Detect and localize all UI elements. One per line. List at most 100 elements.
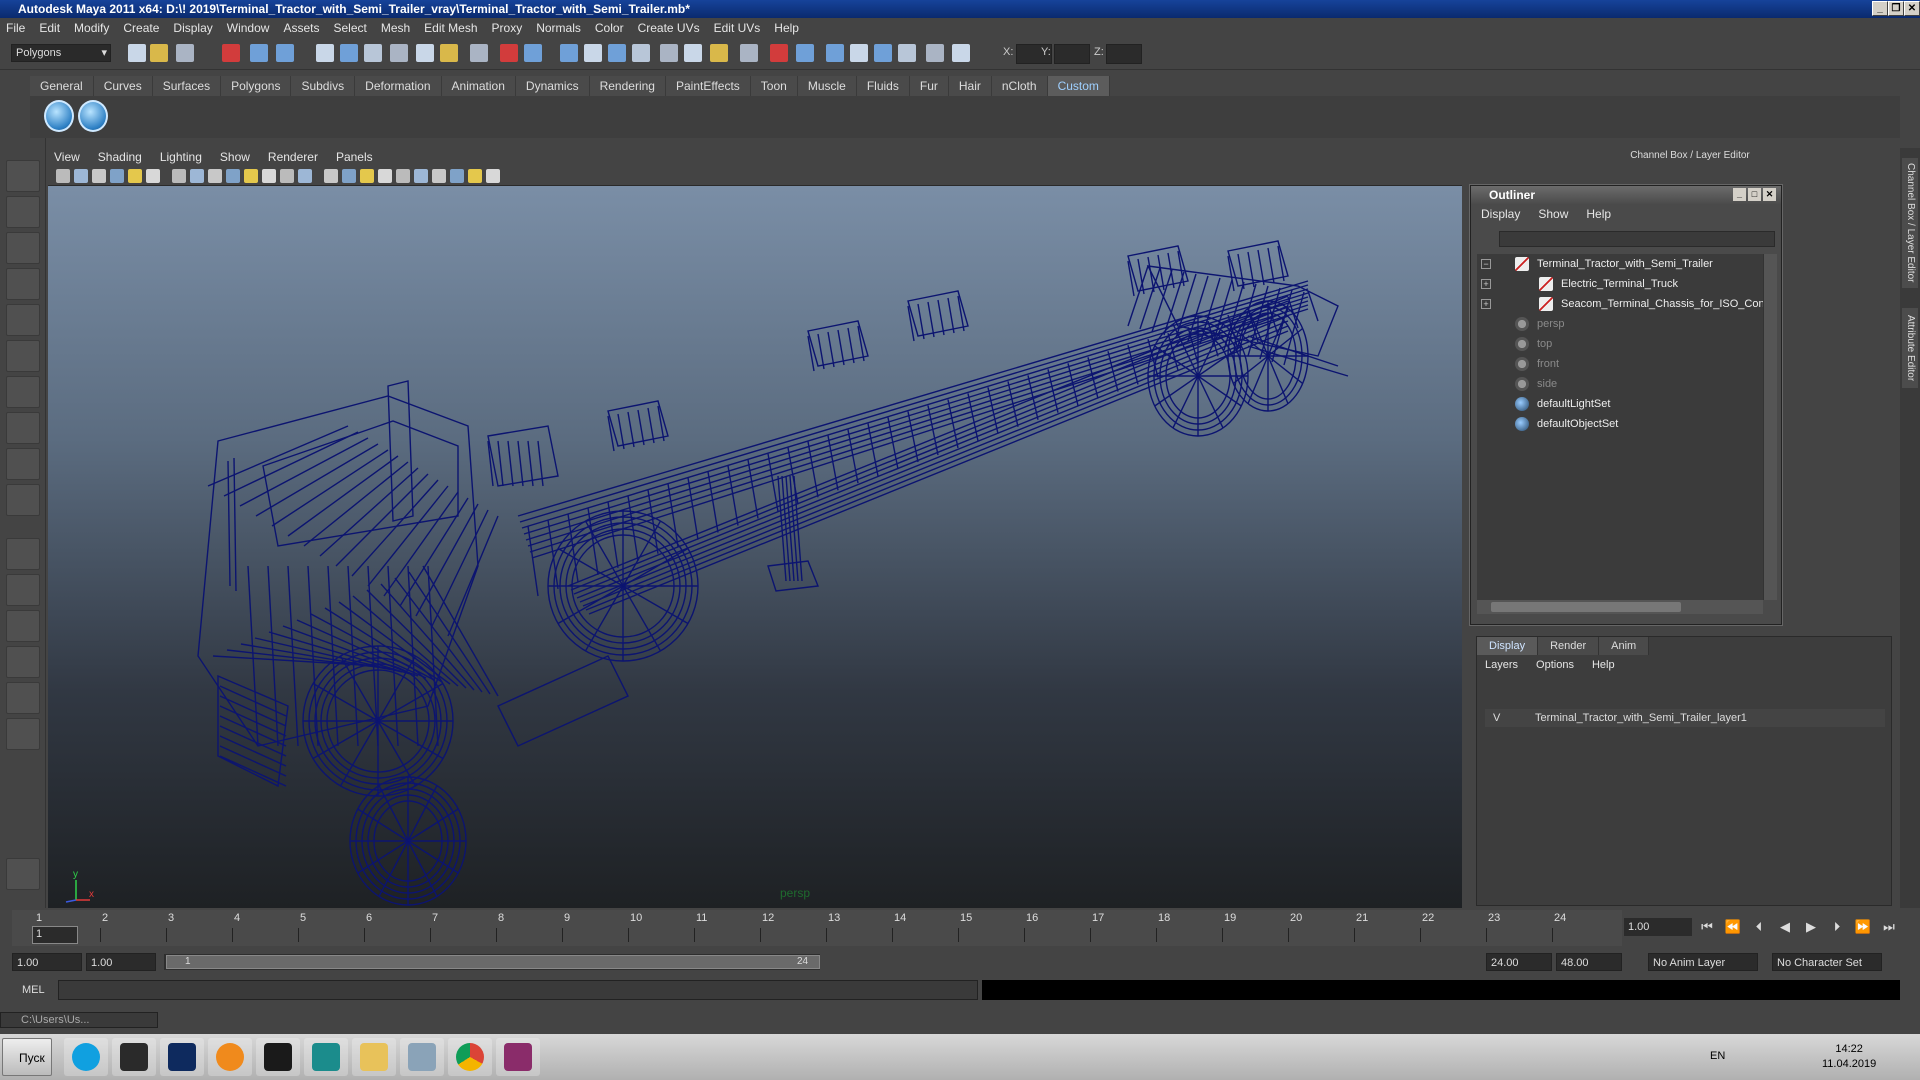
menu-normals[interactable]: Normals [536, 21, 581, 35]
save-scene-icon-19[interactable] [660, 44, 678, 62]
menu-create-uvs[interactable]: Create UVs [638, 21, 700, 35]
maximize-button[interactable]: ❐ [1888, 1, 1904, 16]
lasso-tool-icon[interactable] [6, 196, 40, 228]
expand-toggle-icon[interactable]: − [1481, 259, 1491, 269]
mel-label[interactable]: MEL [22, 984, 45, 996]
app-icon[interactable] [400, 1038, 444, 1076]
character-set-selector[interactable]: No Character Set [1772, 953, 1882, 971]
outliner-item[interactable]: persp [1477, 314, 1763, 334]
winrar-icon[interactable] [496, 1038, 540, 1076]
viewport-menu-view[interactable]: View [54, 150, 80, 164]
outliner-persp-layout-icon[interactable] [6, 610, 40, 642]
snap-curve-icon[interactable] [340, 44, 358, 62]
outliner-item[interactable]: top [1477, 334, 1763, 354]
outliner-item[interactable]: − Terminal_Tractor_with_Semi_Trailer [1477, 254, 1763, 274]
chrome-icon[interactable] [448, 1038, 492, 1076]
explorer-icon[interactable] [352, 1038, 396, 1076]
ipr-render-icon[interactable] [500, 44, 518, 62]
shelf-tab-painteffects[interactable]: PaintEffects [665, 76, 751, 96]
hand-icon[interactable] [6, 858, 40, 890]
blender-icon[interactable] [208, 1038, 252, 1076]
persp-graph-layout-icon[interactable] [6, 718, 40, 750]
close-button[interactable]: ✕ [1904, 1, 1920, 16]
shelf-tab-custom[interactable]: Custom [1047, 76, 1110, 96]
range-slider[interactable]: 1 24 [164, 954, 820, 970]
shelf-tab-deformation[interactable]: Deformation [355, 76, 442, 96]
snap-curve-icon-24[interactable] [796, 44, 814, 62]
layer-menu-options[interactable]: Options [1536, 659, 1574, 671]
perspective-viewport[interactable]: persp y x [48, 186, 1462, 908]
viewport-tool-icon-23[interactable] [468, 169, 482, 183]
viewport-tool-icon-21[interactable] [432, 169, 446, 183]
language-indicator[interactable]: EN [1710, 1050, 1725, 1062]
attribute-editor-icon[interactable] [584, 44, 602, 62]
viewport-tool-icon-19[interactable] [396, 169, 410, 183]
tab-attribute-editor[interactable]: Attribute Editor [1902, 308, 1918, 388]
layer-menu-layers[interactable]: Layers [1485, 659, 1518, 671]
outliner-close-button[interactable]: ✕ [1763, 188, 1776, 201]
shelf-tab-fur[interactable]: Fur [909, 76, 949, 96]
select-tool-icon[interactable] [6, 160, 40, 192]
shelf-tab-rendering[interactable]: Rendering [589, 76, 666, 96]
layer-tab-display[interactable]: Display [1477, 637, 1539, 655]
viewport-tool-icon-3[interactable] [92, 169, 106, 183]
viewport-tool-icon-22[interactable] [450, 169, 464, 183]
maya-icon[interactable] [256, 1038, 300, 1076]
snap-point-icon-25[interactable] [826, 44, 844, 62]
new-scene-icon-17[interactable] [608, 44, 626, 62]
select-component-icon-22[interactable] [740, 44, 758, 62]
shelf-tab-dynamics[interactable]: Dynamics [515, 76, 590, 96]
outliner-menu-help[interactable]: Help [1586, 207, 1611, 221]
layer-tab-render[interactable]: Render [1538, 637, 1600, 655]
menu-color[interactable]: Color [595, 21, 624, 35]
viewport-tool-icon-20[interactable] [414, 169, 428, 183]
menu-edit[interactable]: Edit [39, 21, 60, 35]
time-slider[interactable]: 1 2 3 4 5 6 7 8 9 10 11 12 13 14 15 16 17 18 19 20 21 22 23 24 1 [12, 910, 1622, 946]
snap-point-icon[interactable] [364, 44, 382, 62]
history-icon-28[interactable] [898, 44, 916, 62]
shelf-tab-curves[interactable]: Curves [93, 76, 153, 96]
step-back-frame-icon[interactable]: ⏴ [1748, 918, 1770, 936]
minimize-button[interactable]: _ [1872, 1, 1888, 16]
move-tool-icon[interactable] [6, 268, 40, 300]
viewport-tool-icon-16[interactable] [342, 169, 356, 183]
current-frame-field[interactable]: 1.00 [1624, 918, 1692, 936]
paint-select-tool-icon[interactable] [6, 232, 40, 264]
menu-proxy[interactable]: Proxy [492, 21, 523, 35]
menu-mesh[interactable]: Mesh [381, 21, 410, 35]
3dsmax-design-icon[interactable] [304, 1038, 348, 1076]
viewport-tool-icon-11[interactable] [244, 169, 258, 183]
menu-edit-uvs[interactable]: Edit UVs [714, 21, 761, 35]
viewport-tool-icon-7[interactable] [172, 169, 186, 183]
photoshop-icon[interactable] [160, 1038, 204, 1076]
tab-channel-box[interactable]: Channel Box / Layer Editor [1902, 158, 1918, 288]
show-manipulator-icon[interactable] [6, 448, 40, 480]
step-forward-key-icon[interactable]: ⏩ [1852, 918, 1874, 936]
menu-window[interactable]: Window [227, 21, 270, 35]
playback-end-field[interactable]: 24.00 [1486, 953, 1552, 971]
viewport-menu-renderer[interactable]: Renderer [268, 150, 318, 164]
custom-shelf-check-icon-2[interactable] [78, 100, 108, 132]
single-perspective-layout-icon[interactable] [6, 538, 40, 570]
viewport-tool-icon-9[interactable] [208, 169, 222, 183]
outliner-menu-display[interactable]: Display [1481, 207, 1520, 221]
display-layer-row[interactable]: V Terminal_Tractor_with_Semi_Trailer_lay… [1485, 709, 1885, 727]
snap-grid-icon[interactable] [316, 44, 334, 62]
viewport-menu-shading[interactable]: Shading [98, 150, 142, 164]
menu-edit-mesh[interactable]: Edit Mesh [424, 21, 477, 35]
start-time-field[interactable]: 1.00 [12, 953, 82, 971]
viewport-tool-icon-1[interactable] [56, 169, 70, 183]
viewport-tool-icon-5[interactable] [128, 169, 142, 183]
layer-visibility-toggle[interactable]: V [1493, 709, 1500, 727]
open-scene-icon[interactable] [150, 44, 168, 62]
menu-set-selector[interactable]: Polygons [11, 44, 111, 62]
clock[interactable]: 14:22 11.04.2019 [1822, 1042, 1876, 1072]
skype-icon[interactable] [64, 1038, 108, 1076]
go-to-start-icon[interactable]: ⏮ [1696, 918, 1718, 936]
viewport-tool-icon-12[interactable] [262, 169, 276, 183]
open-scene-icon-18[interactable] [632, 44, 650, 62]
shelf-tab-surfaces[interactable]: Surfaces [152, 76, 222, 96]
layer-menu-help[interactable]: Help [1592, 659, 1615, 671]
shelf-tab-fluids[interactable]: Fluids [856, 76, 910, 96]
shelf-tab-ncloth[interactable]: nCloth [991, 76, 1048, 96]
